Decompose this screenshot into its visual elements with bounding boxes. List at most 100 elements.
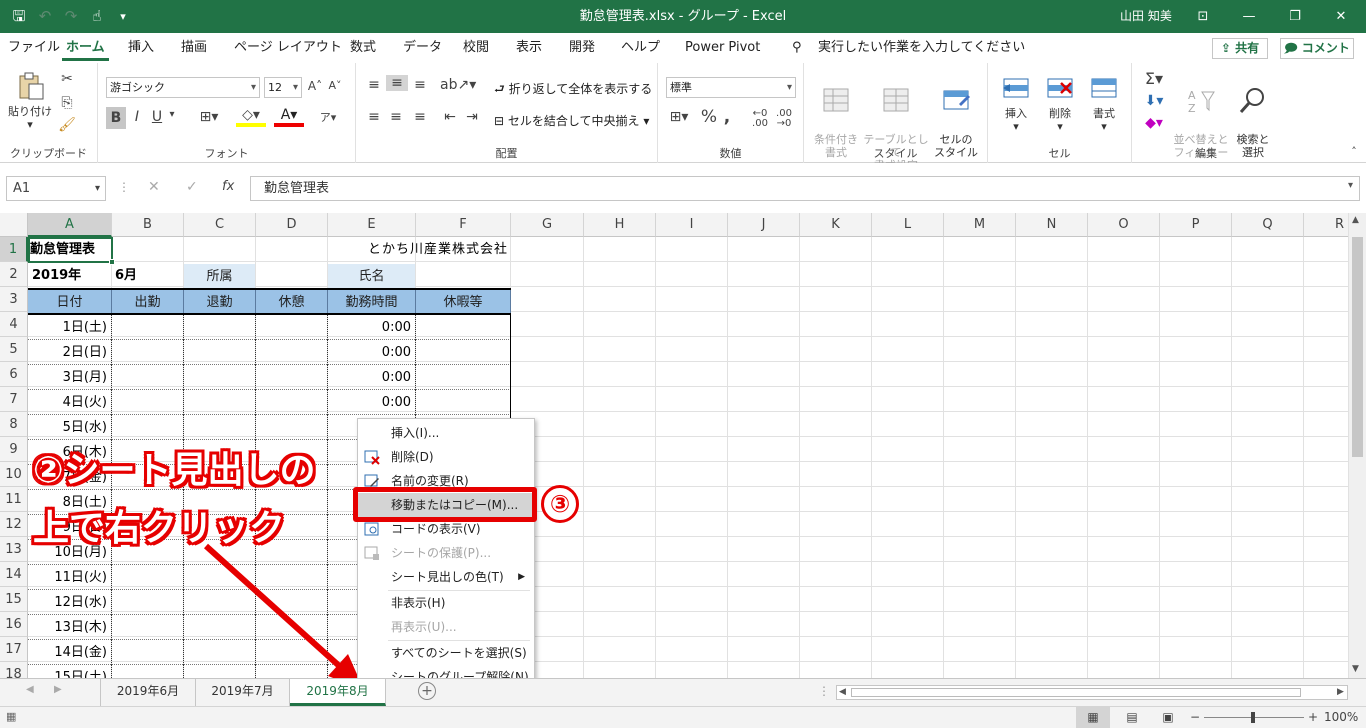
clear-icon[interactable]: ◆▾ — [1140, 115, 1168, 131]
table-date-cell[interactable]: 13日(木) — [28, 615, 110, 640]
tell-me-input[interactable]: 実行したい作業を入力してください — [818, 33, 1025, 63]
row-header[interactable]: 18 — [0, 662, 28, 678]
cell-C2[interactable]: 所属 — [184, 264, 255, 288]
insert-function-icon[interactable]: fx — [222, 179, 234, 194]
align-left-icon[interactable]: ≡ — [364, 109, 384, 125]
tab-power-pivot[interactable]: Power Pivot — [685, 33, 760, 63]
cut-icon[interactable]: ✂ — [58, 71, 76, 87]
cell-B2[interactable]: 6月 — [115, 263, 183, 288]
expand-formula-icon[interactable]: ▾ — [1348, 180, 1353, 191]
menu-item-select-all-sheets[interactable]: すべてのシートを選択(S) — [358, 641, 534, 665]
column-header[interactable]: F — [416, 213, 511, 237]
comma-style-icon[interactable]: , — [720, 107, 734, 127]
sheet-tab-2019-06[interactable]: 2019年6月 — [100, 679, 196, 706]
phonetic-icon[interactable]: ア▾ — [316, 109, 340, 125]
column-header[interactable]: Q — [1232, 213, 1304, 237]
row-header[interactable]: 11 — [0, 487, 28, 512]
column-header[interactable]: C — [184, 213, 256, 237]
column-header[interactable]: B — [112, 213, 184, 237]
table-date-cell[interactable]: 12日(水) — [28, 590, 110, 615]
accounting-format-icon[interactable]: ⊞▾ — [666, 109, 692, 125]
decrease-font-icon[interactable]: A˅ — [326, 79, 344, 92]
zoom-out-icon[interactable]: − — [1190, 707, 1200, 728]
column-header[interactable]: P — [1160, 213, 1232, 237]
align-right-icon[interactable]: ≡ — [410, 109, 430, 125]
scroll-up-icon[interactable]: ▲ — [1352, 215, 1359, 225]
font-name-combo[interactable]: 游ゴシック — [106, 77, 260, 98]
row-header[interactable]: 5 — [0, 337, 28, 362]
row-header[interactable]: 15 — [0, 587, 28, 612]
page-break-view-icon[interactable]: ▣ — [1156, 707, 1180, 728]
work-hours-cell[interactable]: 0:00 — [328, 365, 414, 390]
table-header-cell[interactable]: 日付 — [28, 290, 112, 314]
comment-button[interactable]: 🗩 コメント — [1280, 38, 1354, 59]
new-sheet-icon[interactable]: + — [418, 682, 436, 700]
decrease-decimal-icon[interactable]: .00 →0 — [774, 109, 794, 129]
tab-file[interactable]: ファイル — [8, 33, 60, 63]
minimize-button[interactable]: — — [1226, 0, 1272, 33]
column-header[interactable]: O — [1088, 213, 1160, 237]
confirm-entry-icon[interactable]: ✓ — [186, 179, 198, 195]
number-format-combo[interactable]: 標準 — [666, 77, 796, 98]
menu-item-insert[interactable]: 挿入(I)... — [358, 421, 534, 445]
column-header[interactable]: K — [800, 213, 872, 237]
tell-me-search-icon[interactable]: ⚲ — [792, 33, 802, 63]
row-header[interactable]: 13 — [0, 537, 28, 562]
work-hours-cell[interactable]: 0:00 — [328, 340, 414, 365]
row-header[interactable]: 3 — [0, 287, 28, 312]
table-header-cell[interactable]: 出勤 — [112, 290, 184, 314]
table-date-cell[interactable]: 3日(月) — [28, 365, 110, 390]
menu-item-delete[interactable]: 削除(D) — [358, 445, 534, 469]
normal-view-icon[interactable]: ▦ — [1076, 707, 1110, 728]
zoom-level[interactable]: 100% — [1324, 707, 1358, 728]
work-hours-cell[interactable]: 0:00 — [328, 390, 414, 415]
merge-center-button[interactable]: ⊟ セルを結合して中央揃え ▾ — [494, 112, 649, 129]
fill-color-icon[interactable]: ◇▾ — [236, 107, 266, 127]
tab-view[interactable]: 表示 — [516, 33, 542, 63]
row-header[interactable]: 7 — [0, 387, 28, 412]
font-size-combo[interactable]: 12 — [264, 77, 302, 98]
collapse-ribbon-icon[interactable]: ˄ — [1346, 145, 1362, 158]
menu-item-hide[interactable]: 非表示(H) — [358, 591, 534, 615]
tab-draw[interactable]: 描画 — [181, 33, 207, 63]
bold-button[interactable]: B — [106, 107, 126, 129]
increase-decimal-icon[interactable]: ←0.00 — [750, 109, 770, 129]
row-header[interactable]: 2 — [0, 262, 28, 287]
table-date-cell[interactable]: 11日(火) — [28, 565, 110, 590]
column-header[interactable]: M — [944, 213, 1016, 237]
cell-A2[interactable]: 2019年 — [32, 263, 112, 288]
vertical-scroll-thumb[interactable] — [1352, 237, 1363, 457]
autosum-icon[interactable]: Σ▾ — [1140, 69, 1168, 88]
sheet-tab-2019-07[interactable]: 2019年7月 — [196, 679, 290, 706]
macro-record-icon[interactable]: ▦ — [6, 710, 16, 723]
scroll-right-icon[interactable]: ▶ — [1337, 686, 1344, 699]
row-header[interactable]: 10 — [0, 462, 28, 487]
tab-page-layout[interactable]: ページ レイアウト — [234, 33, 342, 63]
menu-item-unhide[interactable]: 再表示(U)... — [358, 615, 534, 639]
table-date-cell[interactable]: 5日(水) — [28, 415, 110, 440]
table-header-cell[interactable]: 休憩 — [256, 290, 328, 314]
orientation-icon[interactable]: ab↗▾ — [440, 77, 476, 93]
border-icon[interactable]: ⊞▾ — [194, 109, 224, 125]
table-date-cell[interactable]: 1日(土) — [28, 315, 110, 340]
table-header-cell[interactable]: 休暇等 — [416, 290, 511, 314]
user-name[interactable]: 山田 知美 — [1120, 0, 1172, 33]
italic-button[interactable]: I — [128, 109, 146, 125]
column-header[interactable]: H — [584, 213, 656, 237]
tab-data[interactable]: データ — [403, 33, 442, 63]
delete-cells-button[interactable]: 削除 ▾ — [1040, 73, 1080, 133]
row-header[interactable]: 16 — [0, 612, 28, 637]
zoom-slider-thumb[interactable] — [1251, 712, 1255, 723]
sheet-tab-2019-08[interactable]: 2019年8月 — [290, 679, 386, 706]
name-box[interactable]: A1 — [6, 176, 106, 201]
horizontal-scrollbar[interactable]: ◀ ▶ — [836, 685, 1348, 700]
align-center-icon[interactable]: ≡ — [386, 109, 406, 125]
row-header[interactable]: 9 — [0, 437, 28, 462]
vertical-scrollbar[interactable]: ▲ ▼ — [1348, 213, 1366, 678]
align-bottom-icon[interactable]: ≡ — [410, 77, 430, 93]
underline-button[interactable]: U — [148, 109, 166, 125]
tab-formulas[interactable]: 数式 — [350, 33, 376, 63]
page-layout-view-icon[interactable]: ▤ — [1120, 707, 1144, 728]
cell-E1[interactable]: とかち川産業株式会社 — [330, 237, 510, 262]
cell-E2[interactable]: 氏名 — [328, 264, 415, 288]
